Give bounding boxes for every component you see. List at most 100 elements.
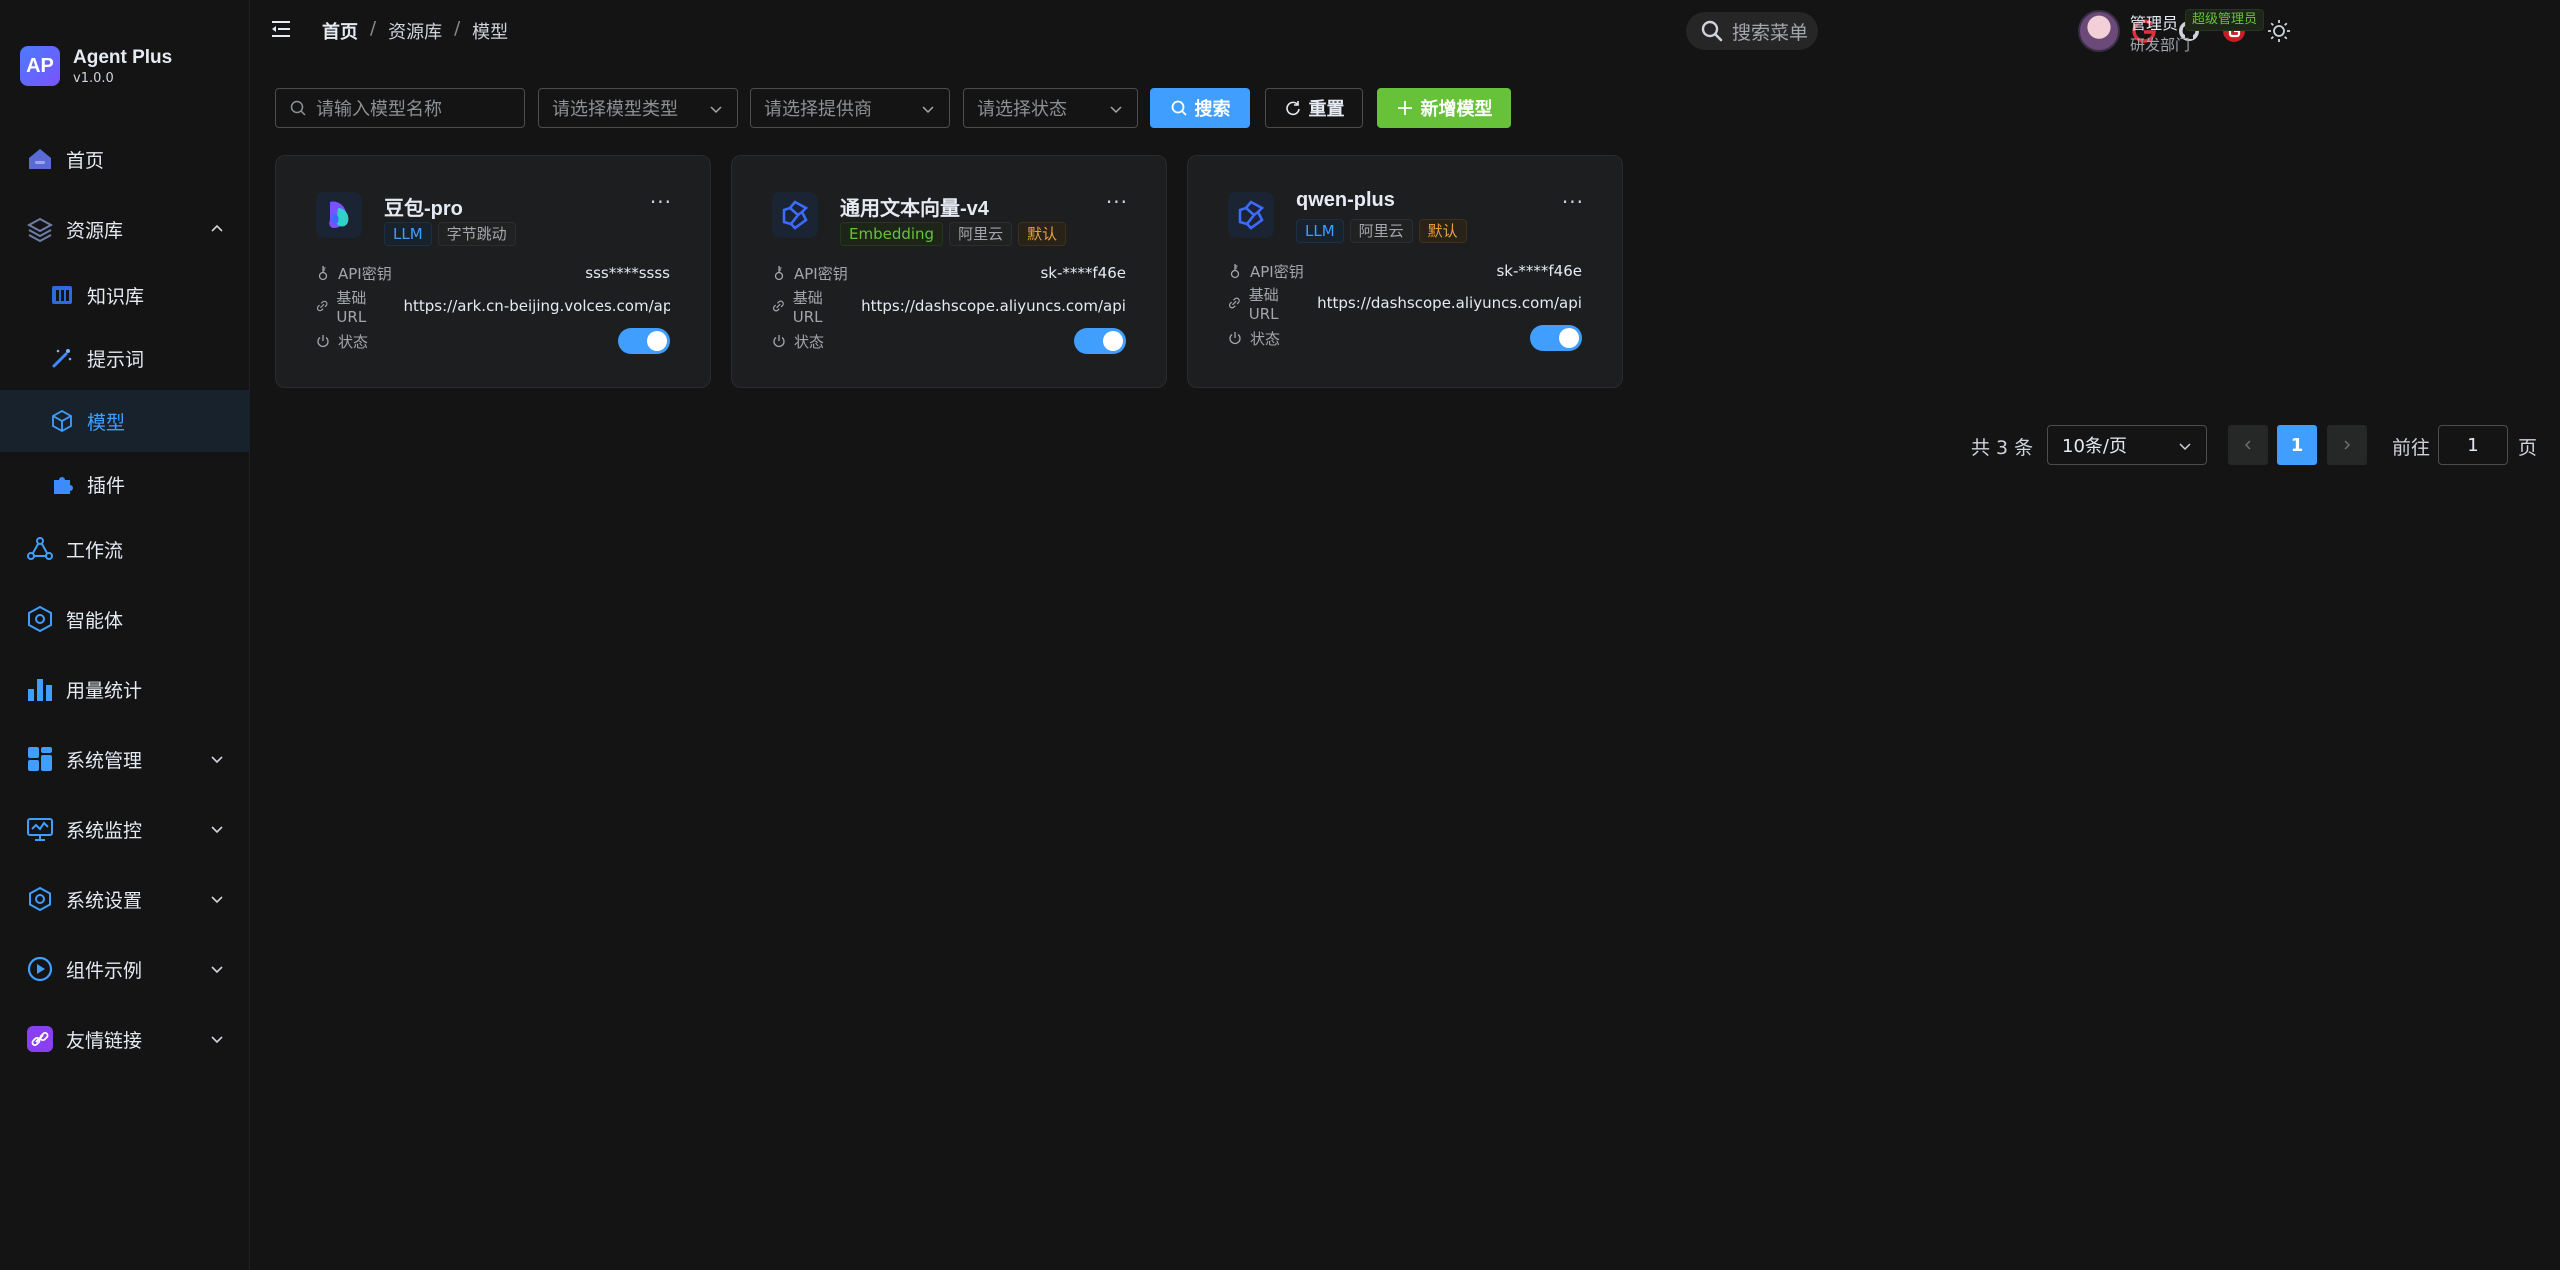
api-key-row: API密钥 sss****ssss (316, 262, 670, 284)
puzzle-icon (48, 470, 76, 498)
search-button[interactable]: 搜索 (1150, 88, 1250, 128)
monitor-icon (24, 813, 56, 845)
base-url-row: 基础URL https://dashscope.aliyuncs.com/api… (1228, 286, 1582, 323)
link-icon (1228, 297, 1240, 309)
goto-page-input[interactable] (2438, 425, 2508, 465)
search-button-label: 搜索 (1194, 99, 1231, 120)
sidebar-item-agent[interactable]: 智能体 (0, 588, 250, 650)
breadcrumb-item-home[interactable]: 首页 (322, 18, 358, 44)
menu-search-placeholder: 搜索菜单 (1732, 21, 1809, 44)
tongyi-logo-icon (772, 192, 818, 238)
status-label: 状态 (338, 332, 369, 351)
status-toggle[interactable] (1530, 325, 1582, 351)
chevron-down-icon (211, 756, 223, 764)
layers-icon (24, 213, 56, 245)
sidebar-item-label: 系统监控 (66, 819, 143, 842)
default-tag: 默认 (1018, 222, 1067, 246)
menu-fold-icon[interactable] (270, 18, 292, 40)
sidebar-item-usage[interactable]: 用量统计 (0, 658, 250, 720)
add-model-button-label: 新增模型 (1420, 99, 1493, 120)
model-card[interactable]: 通用文本向量-v4 ··· Embedding 阿里云 默认 API密钥 sk-… (731, 155, 1167, 388)
sidebar-item-resources[interactable]: 资源库 (0, 198, 250, 260)
provider-select[interactable]: 请选择提供商 (750, 88, 950, 128)
sidebar-item-label: 系统设置 (66, 889, 143, 912)
model-type-select[interactable]: 请选择模型类型 (538, 88, 738, 128)
refresh-icon (1285, 101, 1300, 116)
model-card[interactable]: 豆包-pro ··· LLM 字节跳动 API密钥 sss****ssss 基础… (275, 155, 711, 388)
more-icon[interactable]: ··· (1562, 190, 1584, 214)
link-icon (24, 1023, 56, 1055)
menu-search-button[interactable]: 搜索菜单 (1686, 12, 1818, 50)
api-key-label: API密钥 (794, 264, 848, 283)
brand[interactable]: AP Agent Plus v1.0.0 (20, 44, 172, 88)
status-row: 状态 (772, 330, 1126, 352)
provider-tag: 阿里云 (1349, 219, 1413, 243)
goto-label: 前往 (2392, 437, 2431, 459)
model-type-placeholder: 请选择模型类型 (552, 99, 678, 120)
prev-page-button[interactable] (2228, 425, 2268, 465)
home-icon (24, 143, 56, 175)
api-key-row: API密钥 sk-****f46e (772, 262, 1126, 284)
page-size-select[interactable]: 10条/页 (2047, 425, 2207, 465)
breadcrumb-item-resources[interactable]: 资源库 (388, 18, 442, 44)
base-url-row: 基础URL https://ark.cn-beijing.volces.com/… (316, 289, 670, 326)
api-key-label: API密钥 (1250, 262, 1304, 281)
model-card[interactable]: qwen-plus ··· LLM 阿里云 默认 API密钥 sk-****f4… (1187, 155, 1623, 388)
power-icon (1229, 332, 1241, 345)
reset-button[interactable]: 重置 (1265, 88, 1363, 128)
agent-icon (24, 603, 56, 635)
next-page-button[interactable] (2327, 425, 2367, 465)
model-type-tag: LLM (1296, 219, 1344, 243)
sidebar-item-system-admin[interactable]: 系统管理 (0, 728, 250, 790)
user-name[interactable]: 管理员 (2130, 10, 2178, 34)
default-tag: 默认 (1418, 219, 1467, 243)
app-name: Agent Plus (73, 46, 173, 68)
sidebar-item-system-settings[interactable]: 系统设置 (0, 868, 250, 930)
plus-icon (1397, 101, 1412, 115)
page-number-button[interactable]: 1 (2277, 425, 2317, 465)
chevron-down-icon (211, 896, 223, 904)
sidebar-item-components[interactable]: 组件示例 (0, 938, 250, 1000)
sidebar-item-label: 用量统计 (66, 679, 143, 702)
search-icon (1701, 20, 1723, 42)
avatar[interactable] (2078, 10, 2120, 52)
api-key-row: API密钥 sk-****f46e (1228, 260, 1582, 282)
pagination-total: 共 3 条 (1971, 437, 2034, 459)
chevron-down-icon (2179, 443, 2191, 451)
status-label: 状态 (1250, 329, 1281, 348)
card-tags: LLM 阿里云 默认 (1296, 219, 1467, 243)
chevron-left-icon (2244, 440, 2251, 450)
page-size-value: 10条/页 (2062, 436, 2127, 457)
status-toggle[interactable] (618, 328, 670, 354)
theme-sun-icon[interactable] (2266, 18, 2292, 44)
sidebar-item-home[interactable]: 首页 (0, 128, 250, 190)
card-title: 豆包-pro (384, 198, 463, 220)
app-logo: AP (20, 46, 60, 86)
sidebar-item-plugins[interactable]: 插件 (0, 453, 250, 515)
breadcrumb: 首页 / 资源库 / 模型 (322, 18, 508, 44)
model-name-input[interactable]: 请输入模型名称 (275, 88, 525, 128)
status-row: 状态 (316, 330, 670, 352)
sidebar-item-system-monitor[interactable]: 系统监控 (0, 798, 250, 860)
key-icon (318, 266, 328, 281)
more-icon[interactable]: ··· (1106, 190, 1128, 214)
sidebar-item-knowledge[interactable]: 知识库 (0, 264, 250, 326)
reset-button-label: 重置 (1308, 99, 1345, 120)
add-model-button[interactable]: 新增模型 (1377, 88, 1511, 128)
base-url-row: 基础URL https://dashscope.aliyuncs.com/api… (772, 289, 1126, 326)
search-icon (1171, 100, 1187, 116)
sidebar-item-links[interactable]: 友情链接 (0, 1008, 250, 1070)
sidebar-item-workflow[interactable]: 工作流 (0, 518, 250, 580)
status-select[interactable]: 请选择状态 (963, 88, 1138, 128)
chevron-down-icon (211, 826, 223, 834)
model-name-placeholder: 请输入模型名称 (316, 99, 442, 120)
api-key-value: sk-****f46e (1040, 264, 1126, 282)
card-title: qwen-plus (1296, 189, 1395, 211)
breadcrumb-separator: / (454, 18, 461, 39)
status-toggle[interactable] (1074, 328, 1126, 354)
sidebar-item-models[interactable]: 模型 (0, 390, 250, 452)
chevron-down-icon (710, 106, 722, 114)
base-url-label: 基础URL (1248, 285, 1279, 323)
more-icon[interactable]: ··· (650, 190, 672, 214)
sidebar-item-prompts[interactable]: 提示词 (0, 327, 250, 389)
